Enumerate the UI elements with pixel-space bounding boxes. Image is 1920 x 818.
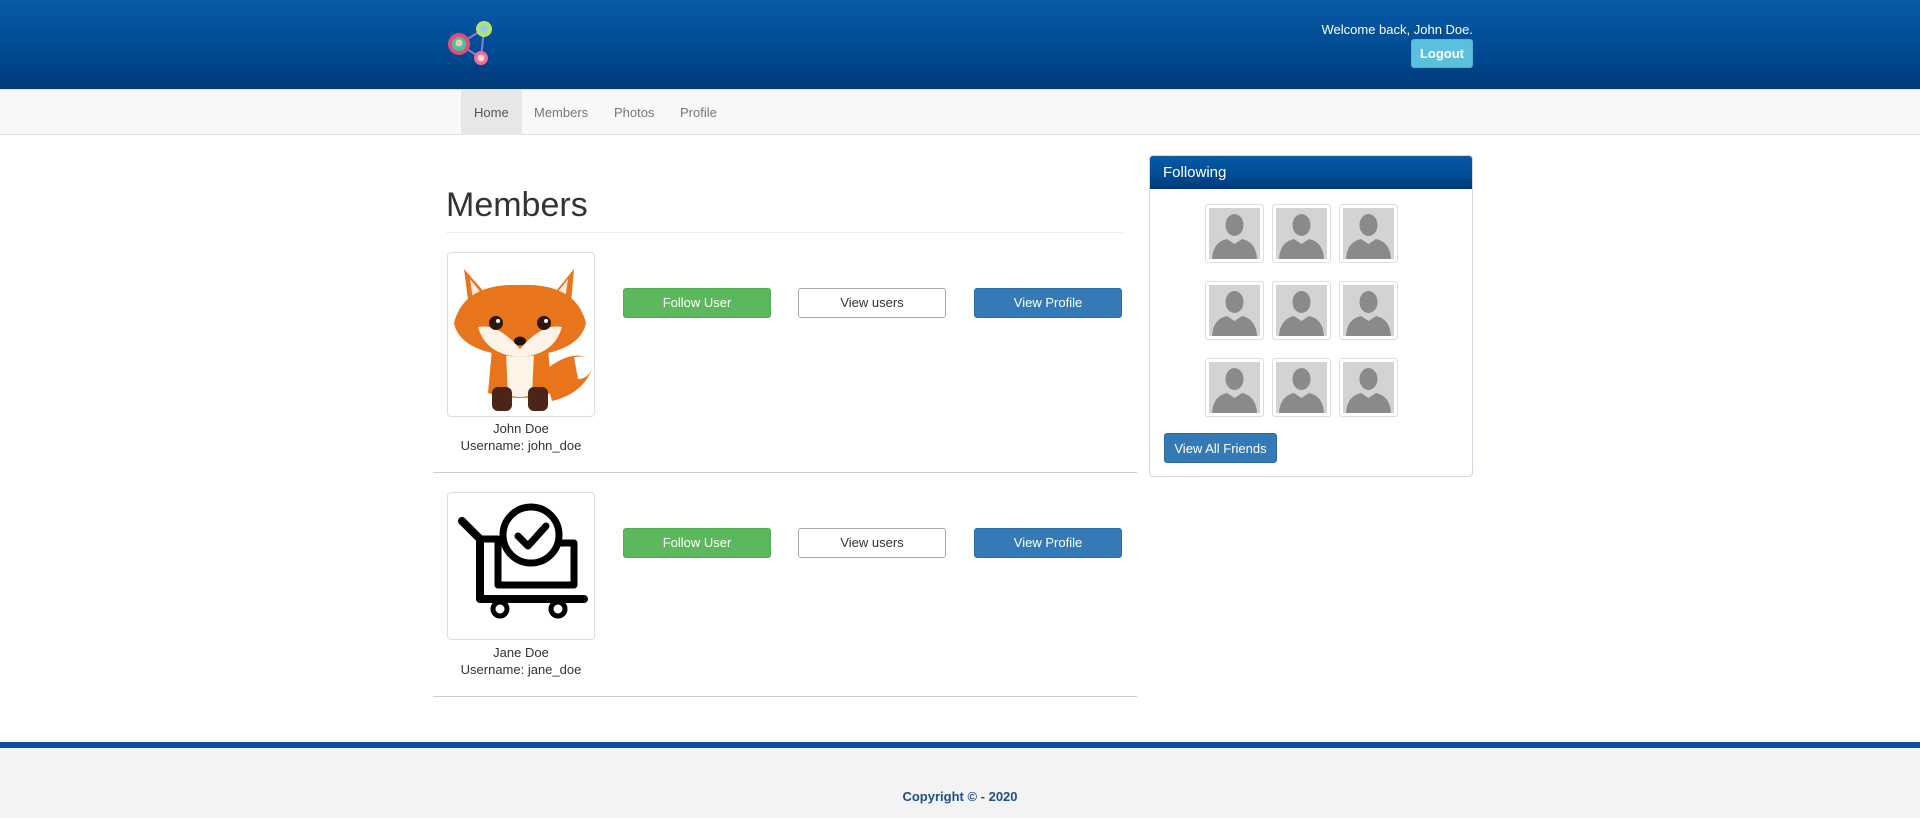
friend-avatar[interactable] xyxy=(1339,281,1398,340)
friend-avatar[interactable] xyxy=(1339,358,1398,417)
shopping-cart-check-icon xyxy=(458,503,588,619)
nav-item-photos[interactable]: Photos xyxy=(601,90,667,135)
friend-avatar[interactable] xyxy=(1339,204,1398,263)
page-title: Members xyxy=(446,186,588,224)
member-divider xyxy=(433,472,1137,473)
member-divider xyxy=(433,696,1137,697)
member-avatar[interactable] xyxy=(447,252,595,417)
nav-item-home[interactable]: Home xyxy=(461,90,522,135)
friend-avatar[interactable] xyxy=(1272,281,1331,340)
title-divider xyxy=(446,232,1123,233)
default-user-icon xyxy=(1343,362,1394,413)
follow-user-button[interactable]: Follow User xyxy=(623,528,771,558)
panel-title: Following xyxy=(1150,156,1472,189)
site-header: Welcome back, John Doe. Logout xyxy=(0,0,1920,89)
view-profile-button[interactable]: View Profile xyxy=(974,288,1122,318)
following-panel: Following View All Friends xyxy=(1149,155,1473,477)
default-user-icon xyxy=(1276,208,1327,259)
fox-icon xyxy=(454,269,594,411)
follow-user-button[interactable]: Follow User xyxy=(623,288,771,318)
view-users-button[interactable]: View users xyxy=(798,288,946,318)
copyright-text: Copyright © - 2020 xyxy=(902,789,1018,804)
member-avatar[interactable] xyxy=(447,492,595,640)
welcome-message: Welcome back, John Doe. xyxy=(1321,22,1474,37)
view-profile-button[interactable]: View Profile xyxy=(974,528,1122,558)
default-user-icon xyxy=(1343,285,1394,336)
default-user-icon xyxy=(1343,208,1394,259)
site-footer: Copyright © - 2020 xyxy=(0,742,1920,818)
nav-item-members[interactable]: Members xyxy=(521,90,601,135)
logo-icon[interactable] xyxy=(446,20,496,70)
main-nav: Home Members Photos Profile xyxy=(0,89,1920,135)
nav-item-profile[interactable]: Profile xyxy=(667,90,730,135)
friend-avatar[interactable] xyxy=(1272,358,1331,417)
member-username: Username: john_doe xyxy=(460,438,582,453)
member-row: John Doe Username: john_doe Follow User … xyxy=(433,252,1137,474)
member-name: Jane Doe xyxy=(493,645,549,660)
friend-avatar[interactable] xyxy=(1205,204,1264,263)
view-all-friends-button[interactable]: View All Friends xyxy=(1164,433,1277,463)
member-name: John Doe xyxy=(493,421,549,436)
view-users-button[interactable]: View users xyxy=(798,528,946,558)
member-row: Jane Doe Username: jane_doe Follow User … xyxy=(433,492,1137,699)
default-user-icon xyxy=(1276,362,1327,413)
friend-avatar[interactable] xyxy=(1205,281,1264,340)
default-user-icon xyxy=(1209,208,1260,259)
friend-avatar[interactable] xyxy=(1205,358,1264,417)
friend-avatar[interactable] xyxy=(1272,204,1331,263)
default-user-icon xyxy=(1209,285,1260,336)
default-user-icon xyxy=(1276,285,1327,336)
logout-button[interactable]: Logout xyxy=(1411,39,1473,68)
member-username: Username: jane_doe xyxy=(460,662,582,677)
default-user-icon xyxy=(1209,362,1260,413)
